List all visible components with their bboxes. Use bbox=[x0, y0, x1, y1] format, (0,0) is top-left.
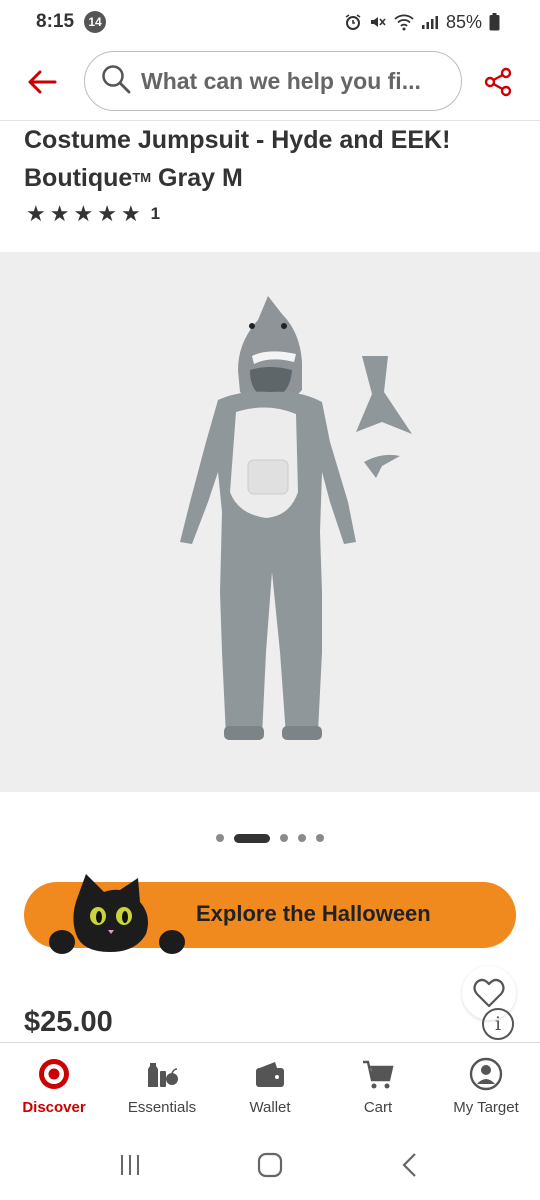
product-title-variant: Gray M bbox=[151, 164, 243, 192]
tab-label: Wallet bbox=[249, 1099, 291, 1116]
search-header: What can we help you fi... bbox=[0, 44, 540, 120]
essentials-icon bbox=[145, 1057, 179, 1091]
star-icon: ★ bbox=[73, 201, 94, 226]
tab-label: My Target bbox=[453, 1099, 519, 1116]
product-price: $25.00 bbox=[24, 1006, 113, 1038]
notification-count-badge: 14 bbox=[84, 11, 107, 33]
rating-count: 1 bbox=[150, 204, 161, 223]
system-navigation-bar bbox=[0, 1130, 540, 1200]
back-button[interactable] bbox=[22, 62, 62, 102]
home-icon bbox=[257, 1152, 283, 1178]
info-icon: i bbox=[494, 1013, 502, 1035]
share-icon bbox=[484, 67, 512, 97]
mute-icon bbox=[369, 13, 387, 31]
alarm-icon bbox=[344, 13, 362, 31]
carousel-dots[interactable] bbox=[0, 832, 540, 844]
star-icon: ★ bbox=[97, 201, 117, 226]
tab-essentials[interactable]: Essentials bbox=[108, 1043, 216, 1130]
heart-icon bbox=[473, 978, 505, 1008]
recents-button[interactable] bbox=[100, 1145, 160, 1185]
black-cat-icon bbox=[48, 872, 188, 958]
share-button[interactable] bbox=[478, 62, 518, 102]
carousel-dot[interactable] bbox=[298, 834, 306, 842]
carousel-dot[interactable] bbox=[316, 834, 324, 842]
wifi-icon bbox=[394, 13, 414, 31]
star-icon: ★ bbox=[120, 201, 141, 226]
home-button[interactable] bbox=[240, 1145, 300, 1185]
header-divider bbox=[0, 120, 540, 121]
star-icon: ★ bbox=[26, 201, 46, 226]
wallet-icon bbox=[253, 1057, 287, 1091]
user-icon bbox=[469, 1057, 503, 1091]
trademark-symbol: TM bbox=[132, 170, 152, 185]
product-title-line1: Costume Jumpsuit - Hyde and EEK! bbox=[24, 126, 451, 154]
price-info-button[interactable]: i bbox=[482, 1008, 514, 1040]
tab-label: Cart bbox=[363, 1099, 393, 1116]
status-left: 8:15 14 bbox=[36, 11, 107, 33]
product-rating[interactable]: ★ ★ ★ ★ ★ 1 bbox=[26, 203, 160, 225]
battery-icon bbox=[489, 13, 500, 31]
status-bar: 8:15 14 85% bbox=[0, 0, 540, 44]
shark-costume-image bbox=[180, 296, 412, 740]
promo-label: Explore the Halloween bbox=[196, 901, 431, 926]
system-back-button[interactable] bbox=[380, 1145, 440, 1185]
bullseye-icon bbox=[37, 1057, 71, 1091]
tab-label: Discover bbox=[22, 1099, 86, 1116]
tab-my-target[interactable]: My Target bbox=[432, 1043, 540, 1130]
carousel-dot-active[interactable] bbox=[234, 833, 270, 843]
back-arrow-icon bbox=[28, 70, 57, 94]
recents-icon bbox=[121, 1155, 139, 1175]
product-title-brand: Boutique bbox=[24, 164, 133, 192]
carousel-dot[interactable] bbox=[216, 834, 224, 842]
battery-percent: 85% bbox=[445, 11, 482, 32]
product-title: Costume Jumpsuit - Hyde and EEK! Boutiqu… bbox=[24, 122, 524, 197]
search-input[interactable]: What can we help you fi... bbox=[84, 51, 462, 111]
cart-icon bbox=[361, 1057, 395, 1091]
tab-discover[interactable]: Discover bbox=[0, 1043, 108, 1130]
tab-cart[interactable]: Cart bbox=[324, 1043, 432, 1130]
tab-label: Essentials bbox=[127, 1099, 197, 1116]
chevron-left-icon bbox=[402, 1153, 416, 1177]
tab-wallet[interactable]: Wallet bbox=[216, 1043, 324, 1130]
search-icon bbox=[101, 64, 131, 99]
status-time: 8:15 bbox=[36, 11, 75, 32]
status-right: 85% bbox=[344, 12, 500, 33]
product-title-line2: BoutiqueTM Gray M bbox=[24, 159, 524, 197]
carousel-dot[interactable] bbox=[280, 834, 288, 842]
star-icon: ★ bbox=[49, 201, 70, 226]
search-input-text: What can we help you fi... bbox=[141, 67, 421, 94]
product-image[interactable] bbox=[0, 252, 540, 1020]
bottom-tab-bar: Discover Essentials Wallet Cart My Targe… bbox=[0, 1042, 540, 1130]
signal-icon bbox=[421, 14, 439, 30]
